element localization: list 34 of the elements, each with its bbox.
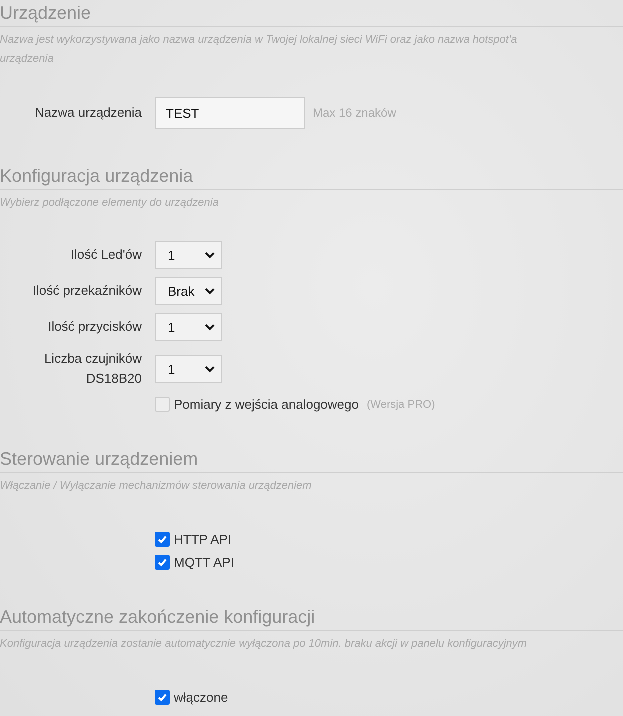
section-title: Automatyczne zakończenie konfiguracji [0,606,623,631]
checkbox-label: MQTT API [174,555,234,570]
checkbox-label: HTTP API [174,532,232,547]
select-dropdown[interactable]: Brak [155,277,222,305]
field-label: Ilość Led'ów [70,246,143,264]
chevron-down-icon [205,366,215,372]
field-label: Liczba czujników DS18B20 [43,350,143,388]
checkmark-icon [156,691,169,704]
field-hint: Max 16 znaków [313,106,396,120]
checkbox[interactable] [155,555,170,570]
note-text: (Wersja PRO) [366,398,436,410]
text-field[interactable]: TEST [155,97,305,129]
chevron-down-icon [205,324,215,330]
select-dropdown[interactable]: 1 [155,241,222,269]
chevron-down-icon [205,252,215,258]
checkbox-label: włączone [174,690,228,705]
section-title: Sterowanie urządzeniem [0,448,623,473]
section-title: Konfiguracja urządzenia [0,165,623,190]
chevron-down-icon [205,288,215,294]
select-dropdown[interactable]: 1 [155,313,222,341]
section-title: Urządzenie [0,2,623,27]
field-label: Ilość przycisków [47,318,143,336]
select-dropdown[interactable]: 1 [155,355,222,383]
checkmark-icon [156,556,169,569]
field-label: Nazwa urządzenia [34,104,143,122]
field-label: Ilość przekaźników [32,282,143,300]
checkbox[interactable] [155,690,170,705]
section-description: Włączanie / Wyłączanie mechanizmów sterowania urządzeniem [0,479,313,494]
checkmark-icon [156,533,169,546]
checkbox[interactable] [155,532,170,547]
section-description: Konfiguracja urządzenia zostanie automatycznie wyłączona po 10min. braku akcji w panelu konfiguracyjnym [0,637,528,652]
section-description: Wybierz podłączone elementy do urządzenia [0,196,220,211]
checkbox-label: Pomiary z wejścia analogowego [174,397,359,412]
section-description: Nazwa jest wykorzystywana jako nazwa urządzenia w Twojej lokalnej sieci WiFi oraz jako nazwa hotspot'a urządzenia [0,33,518,67]
